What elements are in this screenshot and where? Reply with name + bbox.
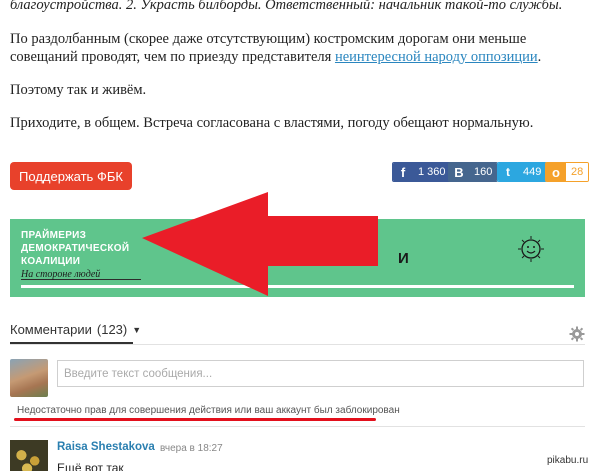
share-count: 28 bbox=[566, 163, 589, 181]
share-twitter-button[interactable]: t 449 bbox=[497, 162, 548, 182]
share-vk-button[interactable]: В 160 bbox=[448, 162, 499, 182]
article-text: совещаний проводят, чем по приезду предс… bbox=[10, 49, 335, 65]
facebook-icon: f bbox=[393, 163, 413, 181]
banner-letter: И bbox=[398, 250, 409, 267]
error-message: Недостаточно прав для совершения действи… bbox=[17, 405, 400, 416]
share-count: 1 360 bbox=[413, 163, 451, 181]
article-text: . bbox=[537, 49, 542, 65]
comments-sort-toggle[interactable]: Комментарии (123) ▼ bbox=[10, 322, 141, 337]
article-paragraph: Приходите, в общем. Встреча согласована … bbox=[10, 115, 534, 131]
avatar bbox=[10, 359, 48, 397]
twitter-icon: t bbox=[498, 163, 518, 181]
share-count: 160 bbox=[469, 163, 498, 181]
opposition-link[interactable]: неинтересной народу оппозиции bbox=[335, 49, 538, 65]
banner-title: ПРАЙМЕРИЗ ДЕМОКРАТИЧЕСКОЙ КОАЛИЦИИ bbox=[21, 230, 130, 267]
odnoklassniki-icon: о bbox=[546, 163, 566, 181]
comments-count: (123) bbox=[96, 322, 128, 337]
smiley-logo-icon bbox=[518, 236, 544, 262]
vk-icon: В bbox=[449, 163, 469, 181]
gear-icon[interactable] bbox=[569, 326, 585, 342]
avatar[interactable] bbox=[10, 440, 48, 471]
article-paragraph: совещаний проводят, чем по приезду предс… bbox=[10, 46, 541, 68]
divider bbox=[10, 344, 585, 345]
chevron-down-icon: ▼ bbox=[132, 324, 142, 335]
share-odnoklassniki-button[interactable]: о 28 bbox=[545, 162, 590, 182]
support-fbk-button[interactable]: Поддержать ФБК bbox=[10, 162, 132, 190]
divider bbox=[10, 426, 585, 427]
share-facebook-button[interactable]: f 1 360 bbox=[392, 162, 452, 182]
banner-subtitle: На стороне людей bbox=[21, 269, 101, 280]
article-paragraph: Поэтому так и живём. bbox=[10, 82, 147, 98]
comment-text: Ещё вот так bbox=[57, 461, 124, 471]
red-underline-annotation bbox=[14, 418, 376, 421]
watermark: pikabu.ru bbox=[545, 455, 591, 466]
article-paragraph: благоустройства. 2. Украсть билборды. От… bbox=[10, 0, 563, 13]
comment-input[interactable]: Введите текст сообщения... bbox=[57, 360, 584, 387]
comments-title: Комментарии bbox=[10, 322, 92, 337]
comment-author[interactable]: Raisa Shestakova bbox=[57, 441, 155, 453]
comment-time: вчера в 18:27 bbox=[160, 443, 223, 454]
red-arrow-annotation-icon bbox=[142, 192, 378, 296]
share-count: 449 bbox=[518, 163, 547, 181]
